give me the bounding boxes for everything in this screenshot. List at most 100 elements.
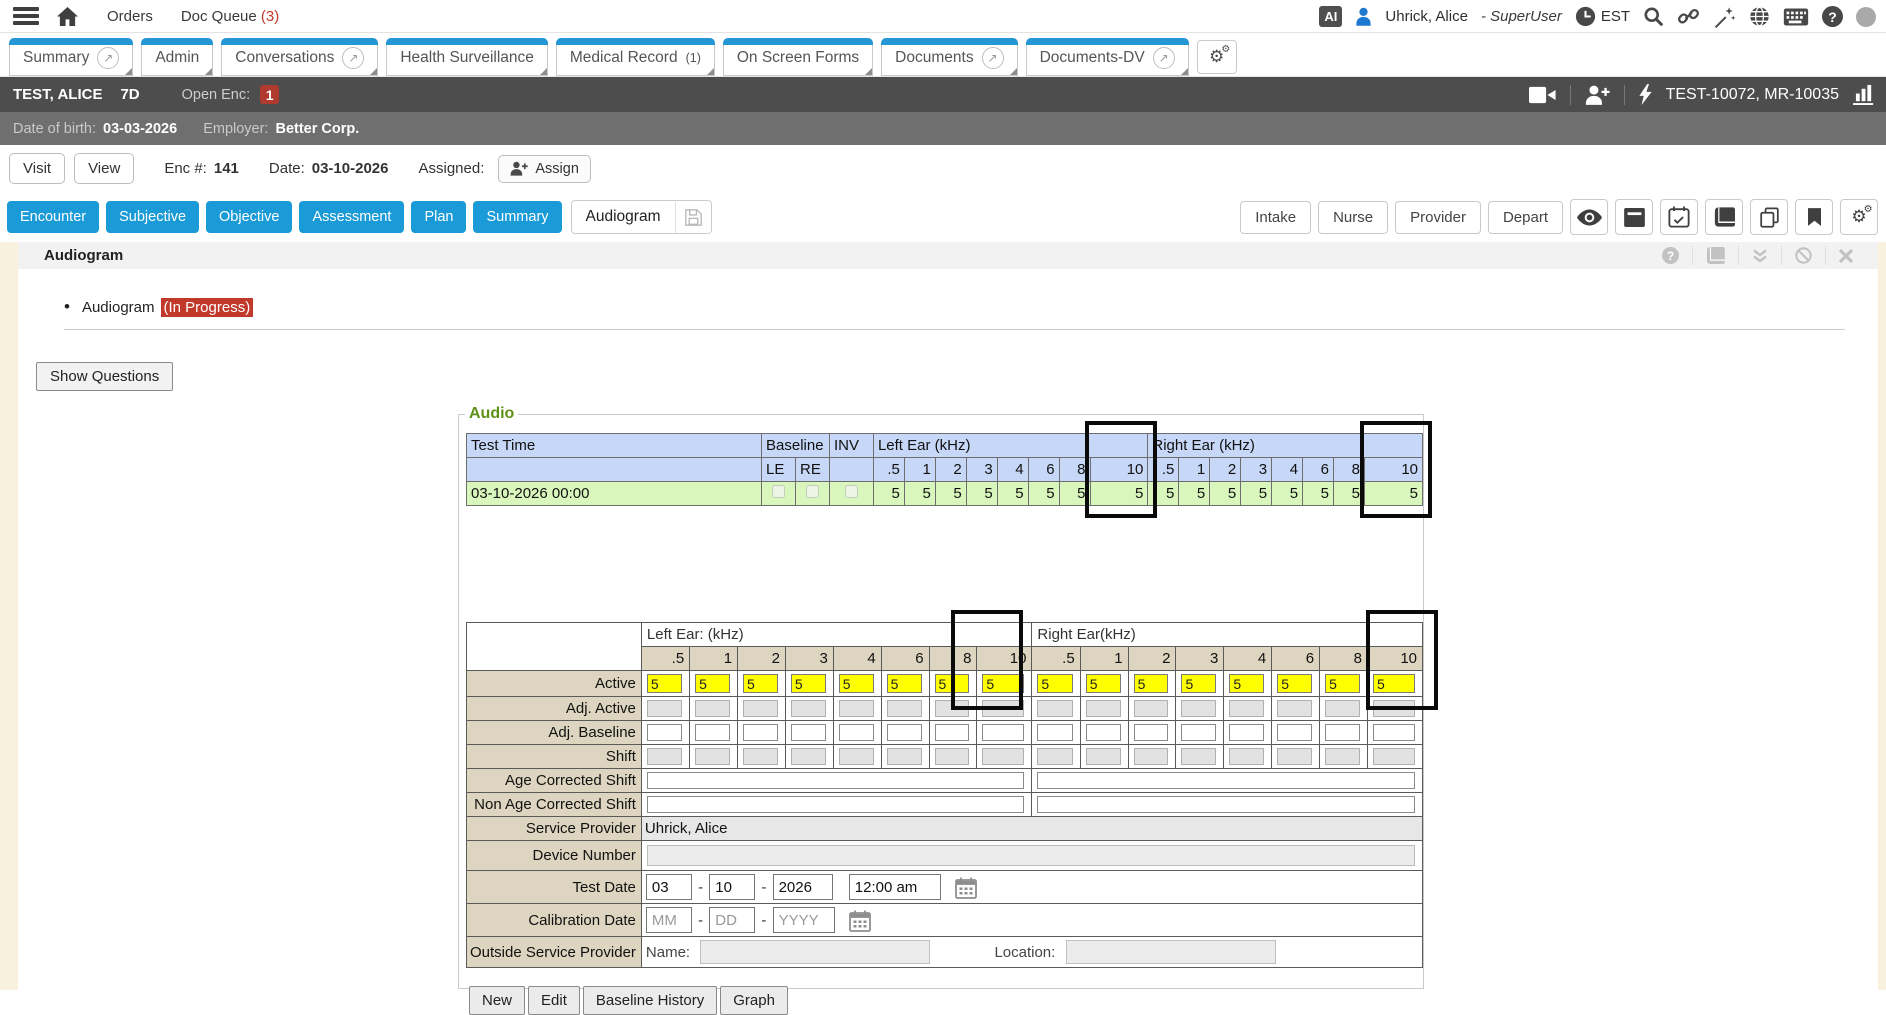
intake-button[interactable]: Intake	[1240, 201, 1311, 234]
t1-data-row[interactable]: 03-10-2026 00:00 5 5 5 5 5 5 5 5 5 5 5 5…	[467, 482, 1423, 506]
non-age-corrected-right-field[interactable]	[1037, 796, 1415, 813]
panel-disable-button[interactable]	[1781, 246, 1825, 265]
eye-button[interactable]	[1570, 199, 1608, 235]
adj-baseline-input[interactable]	[1181, 724, 1216, 741]
visit-button[interactable]: Visit	[9, 153, 65, 184]
keyboard-icon[interactable]	[1783, 8, 1809, 26]
active-threshold-input[interactable]	[743, 674, 778, 693]
adj-baseline-input[interactable]	[982, 724, 1024, 741]
video-camera-icon[interactable]	[1529, 86, 1556, 104]
tab-settings-button[interactable]	[1197, 40, 1237, 74]
adj-baseline-input[interactable]	[1373, 724, 1415, 741]
inv-checkbox[interactable]	[845, 485, 858, 498]
tab-summary[interactable]: Summary	[9, 38, 133, 76]
active-threshold-input[interactable]	[695, 674, 730, 693]
active-threshold-input[interactable]	[1373, 674, 1415, 693]
user-name[interactable]: Uhrick, Alice	[1385, 8, 1468, 25]
adj-baseline-input[interactable]	[743, 724, 778, 741]
tab-documents-dv[interactable]: Documents-DV	[1026, 38, 1189, 76]
tab-medical-record[interactable]: Medical Record(1)	[556, 38, 715, 76]
adj-baseline-input[interactable]	[695, 724, 730, 741]
adj-baseline-input[interactable]	[1134, 724, 1169, 741]
view-button[interactable]: View	[74, 153, 134, 184]
test-date-month-input[interactable]	[646, 874, 692, 900]
panel-close-button[interactable]	[1825, 246, 1866, 265]
test-date-day-input[interactable]	[709, 874, 755, 900]
calibration-calendar-button[interactable]	[849, 910, 871, 932]
adj-baseline-input[interactable]	[647, 724, 682, 741]
adj-baseline-input[interactable]	[839, 724, 874, 741]
tab-conversations[interactable]: Conversations	[221, 38, 378, 76]
plan-button[interactable]: Plan	[411, 201, 466, 233]
age-corrected-right-field[interactable]	[1037, 772, 1415, 789]
assessment-button[interactable]: Assessment	[299, 201, 404, 233]
tab-on-screen-forms[interactable]: On Screen Forms	[723, 38, 873, 76]
hamburger-menu-icon[interactable]	[13, 4, 39, 28]
popout-icon[interactable]	[1153, 47, 1175, 69]
graph-button[interactable]: Graph	[720, 986, 788, 1015]
active-threshold-input[interactable]	[982, 674, 1024, 693]
active-threshold-input[interactable]	[647, 674, 682, 693]
tab-health-surveillance[interactable]: Health Surveillance	[386, 38, 548, 76]
audiogram-active-tab[interactable]: Audiogram	[571, 200, 712, 234]
active-threshold-input[interactable]	[1181, 674, 1216, 693]
active-threshold-input[interactable]	[1037, 674, 1072, 693]
active-threshold-input[interactable]	[1277, 674, 1312, 693]
new-button[interactable]: New	[469, 986, 525, 1015]
edit-button[interactable]: Edit	[528, 986, 580, 1015]
panel-book-button[interactable]	[1692, 246, 1738, 265]
age-corrected-left-field[interactable]	[647, 772, 1025, 789]
adj-baseline-input[interactable]	[1086, 724, 1121, 741]
wand-icon[interactable]	[1713, 6, 1736, 28]
orders-link[interactable]: Orders	[107, 8, 153, 25]
active-threshold-input[interactable]	[1086, 674, 1121, 693]
test-time-input[interactable]	[849, 874, 941, 900]
audiogram-list-item[interactable]: Audiogram (In Progress)	[64, 297, 253, 317]
active-threshold-input[interactable]	[1134, 674, 1169, 693]
panel-help-button[interactable]	[1649, 246, 1692, 265]
active-threshold-input[interactable]	[839, 674, 874, 693]
globe-icon[interactable]	[1749, 6, 1770, 27]
bookmark-button[interactable]	[1795, 199, 1833, 235]
active-threshold-input[interactable]	[935, 674, 970, 693]
test-time-value[interactable]: 03-10-2026 00:00	[467, 482, 762, 506]
link-icon[interactable]	[1677, 6, 1700, 27]
active-threshold-input[interactable]	[791, 674, 826, 693]
baseline-le-checkbox[interactable]	[772, 485, 785, 498]
test-date-calendar-button[interactable]	[955, 877, 977, 899]
add-person-icon[interactable]	[1585, 85, 1610, 105]
baseline-history-button[interactable]: Baseline History	[583, 986, 717, 1015]
popout-icon[interactable]	[342, 47, 364, 69]
ai-badge[interactable]: AI	[1319, 6, 1342, 27]
objective-button[interactable]: Objective	[206, 201, 292, 233]
chart-notes-button[interactable]	[1705, 199, 1743, 235]
summary-button[interactable]: Summary	[473, 201, 561, 233]
save-icon[interactable]	[675, 202, 711, 233]
popout-icon[interactable]	[97, 47, 119, 69]
search-icon[interactable]	[1643, 6, 1664, 27]
popout-icon[interactable]	[982, 47, 1004, 69]
subjective-button[interactable]: Subjective	[106, 201, 199, 233]
active-threshold-input[interactable]	[1229, 674, 1264, 693]
schedule-button[interactable]	[1660, 199, 1698, 235]
archive-button[interactable]	[1615, 199, 1653, 235]
non-age-corrected-left-field[interactable]	[647, 796, 1025, 813]
depart-button[interactable]: Depart	[1488, 201, 1563, 234]
provider-button[interactable]: Provider	[1395, 201, 1481, 234]
calibration-day-input[interactable]	[709, 907, 755, 933]
active-threshold-input[interactable]	[1325, 674, 1360, 693]
tab-documents[interactable]: Documents	[881, 38, 1017, 76]
device-number-field[interactable]	[647, 845, 1415, 866]
adj-baseline-input[interactable]	[1325, 724, 1360, 741]
baseline-re-checkbox[interactable]	[806, 485, 819, 498]
adj-baseline-input[interactable]	[791, 724, 826, 741]
tab-admin[interactable]: Admin	[141, 38, 213, 76]
calibration-year-input[interactable]	[773, 907, 835, 933]
help-icon[interactable]	[1822, 6, 1843, 27]
copy-button[interactable]	[1750, 199, 1788, 235]
bar-chart-icon[interactable]	[1853, 84, 1876, 105]
adj-baseline-input[interactable]	[1277, 724, 1312, 741]
calibration-month-input[interactable]	[646, 907, 692, 933]
test-date-year-input[interactable]	[773, 874, 833, 900]
encounter-button[interactable]: Encounter	[7, 201, 99, 233]
